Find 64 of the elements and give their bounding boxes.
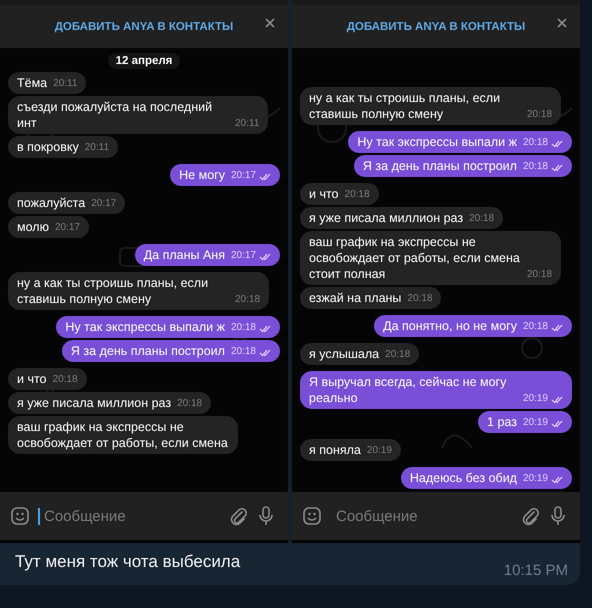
attach-icon[interactable]	[228, 506, 248, 526]
message-text: молю	[17, 219, 49, 235]
message-text: Ну так экспрессы выпали ж	[357, 134, 517, 150]
close-icon[interactable]	[556, 17, 568, 29]
sticker-icon[interactable]	[10, 506, 30, 526]
message-time: 10:15 PM	[504, 562, 568, 579]
add-contact-link[interactable]: ДОБАВИТЬ ANYA В КОНТАКТЫ	[346, 20, 526, 32]
message-text: Я выручал всегда, сейчас не могу реально	[309, 374, 508, 406]
message-text: Да планы Аня	[144, 247, 225, 263]
message-time: 20:19	[522, 416, 548, 430]
date-label: 12 апреля	[108, 53, 180, 69]
message-time: 20:18	[469, 212, 494, 226]
message-text: и что	[17, 371, 47, 387]
message-time: 20:11	[235, 117, 260, 131]
message-time: 20:18	[344, 188, 370, 202]
message-text: Не могу	[179, 167, 225, 183]
message-time: 20:18	[385, 348, 410, 362]
message-time: 20:17	[230, 249, 256, 263]
message-text: езжай на планы	[309, 290, 402, 306]
message-text: и что	[309, 186, 339, 202]
message-text: я услышала	[309, 346, 380, 362]
message-text: пожалуйста	[17, 195, 86, 211]
message-time: 20:18	[407, 292, 432, 306]
message-time: 20:18	[527, 268, 552, 282]
message-time: 20:17	[91, 197, 116, 211]
message-time: 20:17	[230, 169, 256, 183]
add-contact-link[interactable]: ДОБАВИТЬ ANYA В КОНТАКТЫ	[54, 20, 234, 32]
message-text: съезди пожалуйста на последний инт	[17, 99, 214, 131]
close-icon[interactable]	[264, 17, 276, 29]
message-text: я поняла	[309, 442, 361, 458]
message-text: ваш график на экспрессы не освобождает от работы, если смена стоит полная	[309, 234, 521, 282]
microphone-icon[interactable]	[548, 506, 568, 526]
message-time: 20:11	[53, 77, 78, 91]
message-text: Тёма	[17, 75, 48, 91]
message-time: 20:18	[230, 345, 256, 359]
message-time: 20:18	[235, 293, 260, 307]
message-text: ну а как ты строишь планы, если ставишь полную смену	[309, 90, 502, 122]
message-text: Да понятно, но не могу	[383, 318, 517, 334]
message-time: 20:19	[522, 472, 548, 486]
message-time: 20:18	[522, 160, 548, 174]
message-time: 20:17	[54, 221, 80, 235]
attach-icon[interactable]	[520, 506, 540, 526]
message-text: я уже писала миллион раз	[309, 210, 464, 226]
message-time: 20:18	[527, 108, 552, 122]
message-time: 20:11	[84, 141, 110, 155]
message-time: 20:18	[230, 321, 256, 335]
message-text: я уже писала миллион раз	[17, 395, 172, 411]
message-text: Надеюсь без обид	[410, 470, 517, 486]
message-text: Я за день планы построил	[362, 158, 517, 174]
sticker-icon[interactable]	[302, 506, 322, 526]
message-time: 20:18	[177, 397, 202, 411]
message-time: 20:18	[522, 136, 548, 150]
microphone-icon[interactable]	[256, 506, 276, 526]
message-text: Ну так экспрессы выпали ж	[65, 319, 225, 335]
message-time: 20:18	[522, 320, 548, 334]
message-text: ваш график на экспрессы не освобождает от работы, если смена	[17, 419, 229, 451]
message-time: 20:19	[522, 392, 548, 406]
caption-text: Тут меня тож чота выбесила	[15, 552, 240, 572]
message-time: 20:18	[52, 373, 78, 387]
message-text: в покровку	[17, 139, 79, 155]
message-time: 20:19	[366, 444, 392, 458]
message-text: 1 раз	[487, 414, 517, 430]
message-text: ну а как ты строишь планы, если ставишь полную смену	[17, 275, 210, 307]
message-text: Я за день планы построил	[70, 343, 225, 359]
